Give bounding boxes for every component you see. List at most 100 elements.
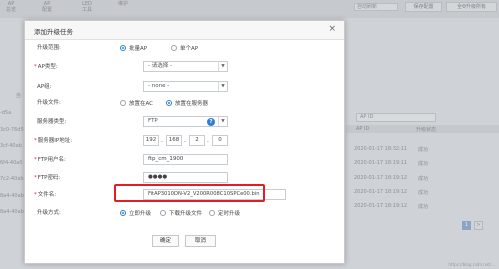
server-type-value: FTP <box>148 118 158 124</box>
ap-group-select[interactable]: - none - ▼ <box>143 81 228 92</box>
scope-label: 升级范围: <box>34 44 61 52</box>
left-fragment: -d5a <box>0 110 12 116</box>
top-nav-bar: AP 总览 AP 配置 LED 工具 维护 自动刷新 保存配置 全Φ升级所有 <box>0 0 499 18</box>
ftp-password-label-text: FTP密码: <box>37 175 61 181</box>
left-fragment: 8a4-40ab <box>0 209 24 215</box>
ip-octet-2-input[interactable]: 168 <box>166 135 182 146</box>
file-on-server-radio[interactable]: 放置在服务器 <box>166 99 208 107</box>
ap-type-value: - 请选择 - <box>148 63 172 69</box>
upgrade-file-label-text: 升级文件: <box>37 100 61 106</box>
table-cell-time: 2020-01-17 18:19:11 <box>354 160 408 166</box>
method-label-text: 升级方式: <box>37 210 61 216</box>
scope-label-text: 升级范围: <box>37 45 61 51</box>
chevron-down-icon: ▼ <box>218 62 227 71</box>
radio-selected-icon <box>166 100 172 106</box>
watermark-text: https://blog.csdn.net/... <box>448 262 495 267</box>
method-label: 升级方式: <box>34 209 61 217</box>
table-cell-status: 成功 <box>418 161 429 167</box>
radio-label: 下载升级文件 <box>169 211 203 217</box>
method-scheduled-radio[interactable]: 定时升级 <box>209 209 240 217</box>
method-download-radio[interactable]: 下载升级文件 <box>160 209 202 217</box>
help-icon[interactable]: ? <box>207 118 215 126</box>
server-ip-label-text: 服务器IP地址: <box>37 138 73 144</box>
ap-id-filter-input[interactable]: AP ID <box>356 113 436 122</box>
filename-label-text: 文件名: <box>37 192 57 198</box>
nav-item-tools[interactable]: LED 工具 <box>82 1 92 13</box>
ftp-user-label: *FTP用户名: <box>34 157 66 163</box>
server-type-label-text: 服务器类型: <box>37 119 67 125</box>
upgrade-file-label: 升级文件: <box>34 99 61 107</box>
auto-refresh-select[interactable]: 自动刷新 <box>354 3 398 11</box>
nav-item-label: 维护 <box>118 1 129 7</box>
table-cell-time: 2020-01-17 18:19:12 <box>354 189 408 195</box>
ap-group-label-text: AP组: <box>37 84 52 90</box>
save-config-button[interactable]: 保存配置 <box>405 2 442 12</box>
nav-item-overview[interactable]: AP 总览 <box>6 1 16 13</box>
radio-unselected-icon <box>171 45 177 51</box>
method-immediate-radio[interactable]: 立即升级 <box>120 209 151 217</box>
ip-separator: . <box>184 137 186 144</box>
ap-type-label: *AP类型: <box>34 64 58 70</box>
table-cell-time: 2020-01-17 18:32:11 <box>354 146 408 152</box>
nav-item-maintenance[interactable]: 维护 <box>118 1 128 7</box>
ap-type-label-text: AP类型: <box>37 64 58 70</box>
ip-octet-1-input[interactable]: 192 <box>143 135 159 146</box>
pager-next[interactable]: > <box>474 221 483 230</box>
scope-batch-ap-radio[interactable]: 批量AP <box>120 44 147 52</box>
table-cell-time: 2020-01-17 18:19:12 <box>354 203 408 209</box>
nav-item-label: 总览 <box>6 7 17 13</box>
radio-selected-icon <box>120 210 126 216</box>
ip-octet-4-input[interactable]: 0 <box>212 135 228 146</box>
file-on-ac-radio[interactable]: 放置在AC <box>120 99 153 107</box>
upgrade-all-label: 全Φ升级所有 <box>457 4 486 10</box>
ap-group-label: AP组: <box>34 83 51 91</box>
ip-separator: . <box>161 137 163 144</box>
ftp-password-input[interactable]: ●●●● <box>143 172 228 183</box>
dialog-header: 添加升级任务 × <box>25 21 344 40</box>
server-type-select[interactable]: FTP ▼ <box>143 116 228 127</box>
ip-octet-3-input[interactable]: 2 <box>189 135 205 146</box>
red-highlight-annotation <box>114 184 265 202</box>
ftp-password-label: *FTP密码: <box>34 175 61 181</box>
cancel-button[interactable]: 取消 <box>185 235 216 247</box>
filename-label: *文件名: <box>34 192 57 198</box>
close-icon[interactable]: × <box>328 25 336 34</box>
server-type-label: 服务器类型: <box>34 118 66 126</box>
radio-label: 批量AP <box>129 46 148 52</box>
chevron-down-icon: ▼ <box>218 82 227 91</box>
add-upgrade-task-dialog: 添加升级任务 × 升级范围: 批量AP 单个AP *AP类型: - 请选择 - … <box>24 20 345 264</box>
ftp-user-input[interactable]: ftp_cm_1900 <box>143 154 228 165</box>
table-cell-status: 成功 <box>418 147 429 153</box>
left-section-label: 自 <box>16 93 22 99</box>
radio-unselected-icon <box>120 100 126 106</box>
left-fragment: 8a4-40ab <box>0 193 24 199</box>
radio-label: 放置在AC <box>129 101 154 107</box>
ftp-user-label-text: FTP用户名: <box>37 157 66 163</box>
nav-item-label: 配置 <box>42 7 53 13</box>
pager-page-1[interactable]: 1 <box>462 221 471 230</box>
ap-group-value: - none - <box>148 83 170 89</box>
radio-label: 立即升级 <box>129 211 152 217</box>
radio-label: 单个AP <box>180 46 199 52</box>
ap-type-select[interactable]: - 请选择 - ▼ <box>143 61 228 72</box>
radio-selected-icon <box>120 45 126 51</box>
ap-id-placeholder: AP ID <box>360 114 374 120</box>
confirm-button[interactable]: 确定 <box>152 235 179 247</box>
upgrade-all-button[interactable]: 全Φ升级所有 <box>446 2 497 12</box>
left-fragment: 3cf-40ab <box>0 143 22 149</box>
table-header-cell: 升级状态 <box>416 127 437 133</box>
scope-single-ap-radio[interactable]: 单个AP <box>171 44 198 52</box>
left-fragment: 6f4-40a0 <box>0 160 23 166</box>
radio-unselected-icon <box>209 210 215 216</box>
nav-item-config[interactable]: AP 配置 <box>42 1 52 13</box>
table-cell-status: 成功 <box>418 176 429 182</box>
table-header-cell: AP ID <box>356 126 370 132</box>
nav-item-label: 工具 <box>82 7 93 13</box>
radio-label: 放置在服务器 <box>175 101 209 107</box>
server-ip-label: *服务器IP地址: <box>34 138 73 144</box>
radio-unselected-icon <box>160 210 166 216</box>
table-cell-time: 2020-01-17 18:19:12 <box>354 175 408 181</box>
radio-label: 定时升级 <box>218 211 241 217</box>
table-cell-status: 成功 <box>418 204 429 210</box>
dialog-title: 添加升级任务 <box>34 28 73 36</box>
